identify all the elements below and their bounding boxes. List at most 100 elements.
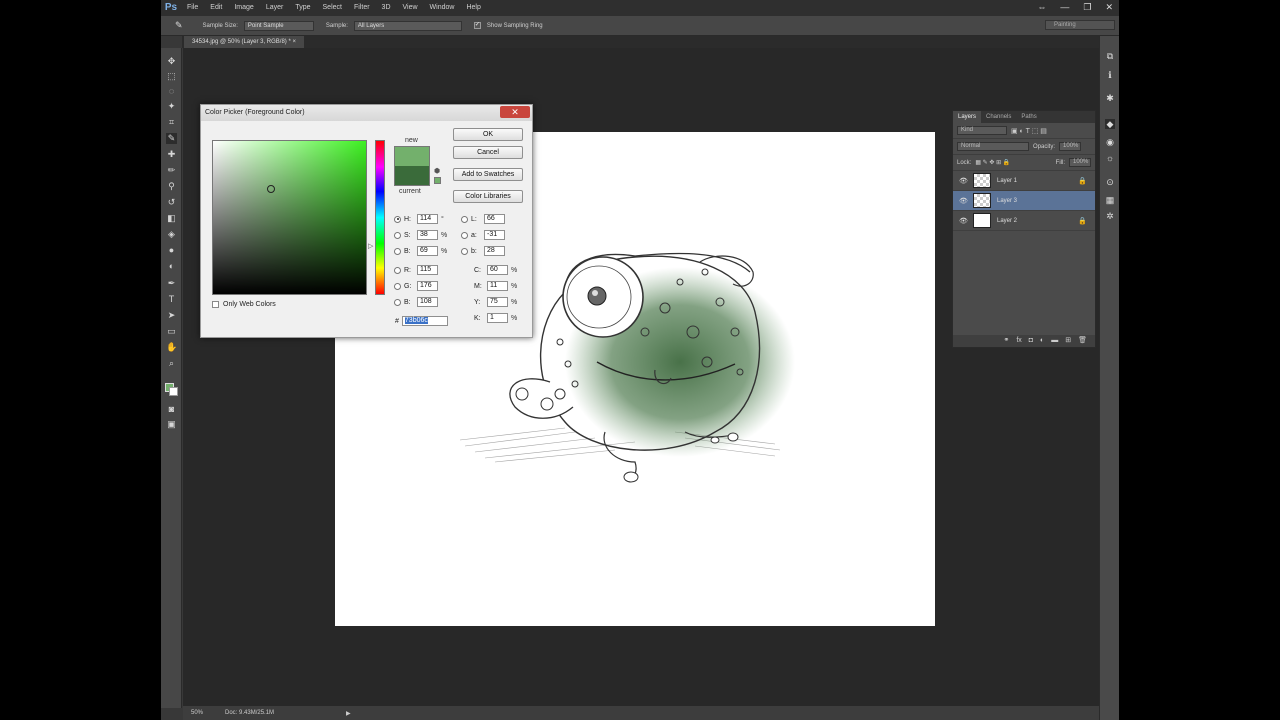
hue-radio[interactable] [394,215,401,223]
move-tool-icon[interactable]: ✥ [166,56,177,67]
blend-mode-select[interactable]: Normal [957,142,1029,151]
visibility-eye-icon[interactable]: 👁 [959,197,968,205]
menu-image[interactable]: Image [228,0,259,16]
swatches-icon[interactable]: ▦ [1105,195,1115,205]
type-tool-icon[interactable]: T [166,294,177,305]
path-select-icon[interactable]: ➤ [166,310,177,321]
brush-panel-icon[interactable]: ✱ [1105,93,1115,103]
red-radio[interactable] [394,266,401,274]
brightness-radio[interactable] [394,247,401,255]
properties-icon[interactable]: ⊙ [1105,177,1115,187]
fill-input[interactable]: 100% [1069,158,1091,167]
crop-tool-icon[interactable]: ⌗ [166,117,177,128]
pen-tool-icon[interactable]: ✒ [166,278,177,289]
current-color-swatch[interactable] [394,166,430,186]
menu-file[interactable]: File [181,0,204,16]
adjustment-layer-icon[interactable]: ◐ [1040,335,1044,347]
blue-radio[interactable] [394,298,401,306]
filter-icons[interactable]: ▣ ◐ T ⬚ ▤ [1011,127,1047,135]
sample-select[interactable]: All Layers [353,20,462,31]
visibility-eye-icon[interactable]: 👁 [959,217,968,225]
red-input[interactable]: 115 [417,265,438,275]
cyan-input[interactable]: 60 [487,265,508,275]
marquee-tool-icon[interactable]: ⬚ [166,71,177,82]
eyedropper-tool-icon[interactable]: ✎ [175,20,183,31]
brush-tool-icon[interactable]: ✏ [166,165,177,176]
magenta-input[interactable]: 11 [487,281,508,291]
shape-tool-icon[interactable]: ▭ [166,326,177,337]
web-safe-swatch[interactable] [434,177,441,184]
menu-window[interactable]: Window [424,0,461,16]
show-ring-checkbox[interactable]: ✓ [473,22,481,29]
hue-input[interactable]: 114 [417,214,438,224]
dodge-tool-icon[interactable]: ◐ [166,261,177,272]
tab-layers[interactable]: Layers [953,111,982,123]
layer-row-layer2[interactable]: 👁 Layer 2 🔒 [953,211,1095,231]
color-marker[interactable] [267,185,275,193]
cancel-button[interactable]: Cancel [453,146,523,159]
link-layers-icon[interactable]: ⚭ [1003,335,1009,347]
navigator-icon[interactable]: ✲ [1105,211,1115,221]
menu-3d[interactable]: 3D [376,0,397,16]
sample-size-select[interactable]: Point Sample [243,20,314,31]
ok-button[interactable]: OK [453,128,523,141]
eraser-tool-icon[interactable]: ◧ [166,213,177,224]
hand-tool-icon[interactable]: ✋ [166,342,177,353]
color-libraries-button[interactable]: Color Libraries [453,190,523,203]
close-tab-icon[interactable]: × [292,39,296,45]
workspace-select[interactable]: Painting [1045,20,1115,30]
zoom-level[interactable]: 50% [191,710,203,716]
only-web-colors-checkbox[interactable] [212,301,219,308]
yellow-input[interactable]: 75 [487,297,508,307]
only-web-colors[interactable]: Only Web Colors [212,301,276,308]
menu-type[interactable]: Type [289,0,316,16]
add-to-swatches-button[interactable]: Add to Swatches [453,168,523,181]
menu-view[interactable]: View [397,0,424,16]
lab-a-input[interactable]: -31 [484,230,505,240]
paint-bucket-icon[interactable]: ◈ [166,229,177,240]
status-arrow-icon[interactable]: ▶ [346,710,351,717]
green-radio[interactable] [394,282,401,290]
history-icon[interactable]: ⧉ [1105,51,1115,61]
info-icon[interactable]: ℹ [1105,70,1115,80]
menu-filter[interactable]: Filter [348,0,376,16]
styles-icon[interactable]: ◉ [1105,137,1115,147]
new-group-icon[interactable]: ▬ [1051,335,1058,347]
lab-l-radio[interactable] [461,215,468,223]
lab-b-input[interactable]: 28 [484,246,505,256]
hue-slider[interactable] [375,140,385,295]
visibility-eye-icon[interactable]: 👁 [959,177,968,185]
arrange-icon[interactable]: ⇔ [1037,0,1046,14]
fx-icon[interactable]: fx [1016,335,1021,347]
layer-row-layer3[interactable]: 👁 Layer 3 [953,191,1095,211]
tab-paths[interactable]: Paths [1016,111,1041,123]
quick-mask-icon[interactable]: ◙ [166,404,177,415]
screen-mode-icon[interactable]: ▣ [166,419,177,430]
kind-filter-select[interactable]: Kind [957,126,1007,135]
menu-edit[interactable]: Edit [204,0,228,16]
layers-icon[interactable]: ◆ [1105,119,1115,129]
web-safe-cube-icon[interactable]: ⬢ [434,167,440,175]
blur-tool-icon[interactable]: ● [166,245,177,256]
new-layer-icon[interactable]: ⊞ [1065,335,1071,347]
clone-stamp-icon[interactable]: ⚲ [166,181,177,192]
eyedropper-icon[interactable]: ✎ [166,133,177,144]
saturation-brightness-field[interactable] [212,140,367,295]
lab-a-radio[interactable] [461,231,468,239]
menu-help[interactable]: Help [460,0,486,16]
lock-icons[interactable]: ▦ ✎ ✥ ⊞ 🔒 [975,159,1010,166]
lasso-tool-icon[interactable]: ◌ [166,86,177,97]
document-tab[interactable]: 34534.jpg @ 50% (Layer 3, RGB/8) * × [184,36,304,48]
layer-row-layer1[interactable]: 👁 Layer 1 🔒 [953,171,1095,191]
minimize-button[interactable]: — [1060,0,1069,14]
blue-input[interactable]: 108 [417,297,438,307]
background-color-swatch[interactable] [169,387,178,396]
menu-layer[interactable]: Layer [260,0,290,16]
close-app-button[interactable]: ✕ [1105,0,1113,14]
lab-l-input[interactable]: 66 [484,214,505,224]
healing-brush-icon[interactable]: ✚ [166,149,177,160]
saturation-radio[interactable] [394,231,401,239]
black-input[interactable]: 1 [487,313,508,323]
brightness-input[interactable]: 69 [417,246,438,256]
add-mask-icon[interactable]: ◘ [1029,335,1033,347]
